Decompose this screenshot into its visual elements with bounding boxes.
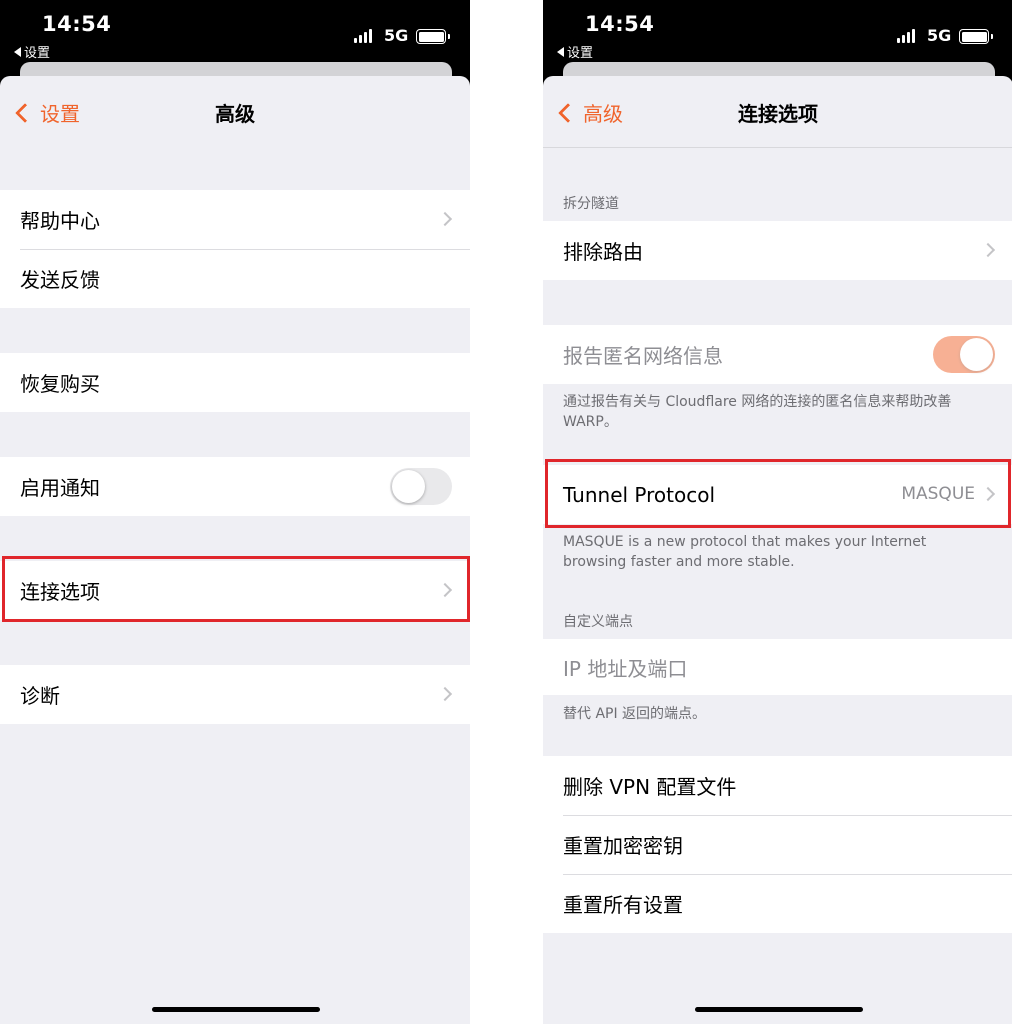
- navigation-bar: 设置 高级: [0, 76, 470, 148]
- page-title: 高级: [215, 102, 255, 126]
- navigation-bar: 高级 连接选项: [543, 76, 1012, 148]
- signal-icon: [897, 29, 915, 43]
- toggle-knob: [392, 470, 425, 503]
- phone-screen-connection-options: 14:54 设置 5G 高级 连接选项 拆分隧道 排除路由 报告匿名网络信息 通…: [543, 0, 1012, 1024]
- delete-vpn-profile-row[interactable]: 删除 VPN 配置文件: [543, 756, 1012, 815]
- split-tunnel-header: 拆分隧道: [563, 196, 619, 212]
- exclude-routes-label: 排除路由: [563, 240, 643, 264]
- anonymous-report-row: 报告匿名网络信息: [543, 325, 1012, 384]
- status-back-link[interactable]: 设置: [14, 42, 50, 61]
- page-title: 连接选项: [738, 102, 818, 126]
- settings-sheet: 设置 高级 帮助中心 发送反馈 恢复购买 启用通知 连接选项 诊断: [0, 76, 470, 1024]
- settings-sheet: 高级 连接选项 拆分隧道 排除路由 报告匿名网络信息 通过报告有关与 Cloud…: [543, 76, 1012, 1024]
- tunnel-protocol-footer: MASQUE is a new protocol that makes your…: [563, 534, 927, 570]
- phone-screen-advanced: 14:54 设置 5G 设置 高级 帮助中心 发送反馈 恢复购买 启用通知 连接…: [0, 0, 470, 1024]
- chevron-right-icon: [437, 686, 453, 702]
- anonymous-report-label: 报告匿名网络信息: [563, 344, 723, 368]
- toggle-knob: [960, 338, 993, 371]
- enable-notifications-label: 启用通知: [20, 476, 100, 500]
- status-back-label: 设置: [567, 46, 594, 61]
- battery-icon: [416, 29, 450, 44]
- status-time: 14:54: [42, 12, 112, 36]
- endpoint-placeholder: IP 地址及端口: [563, 656, 688, 681]
- restore-purchases-label: 恢复购买: [20, 372, 100, 396]
- home-indicator: [695, 1007, 863, 1012]
- chevron-right-icon: [437, 211, 453, 227]
- split-tunnel-group: 排除路由: [543, 221, 1012, 280]
- enable-notifications-row: 启用通知: [0, 457, 470, 516]
- network-type: 5G: [384, 26, 409, 45]
- diagnostics-row[interactable]: 诊断: [0, 665, 470, 724]
- chevron-right-icon: [980, 242, 996, 258]
- notifications-toggle[interactable]: [390, 468, 452, 505]
- endpoint-input[interactable]: IP 地址及端口: [543, 639, 1012, 695]
- reset-actions-group: 删除 VPN 配置文件 重置加密密钥 重置所有设置: [543, 756, 1012, 933]
- custom-endpoint-group: IP 地址及端口: [543, 639, 1012, 695]
- highlight-box-connection-options: [2, 556, 470, 622]
- help-center-row[interactable]: 帮助中心: [0, 190, 470, 249]
- home-indicator: [152, 1007, 320, 1012]
- notification-group: 启用通知: [0, 457, 470, 516]
- status-bar: 14:54 设置 5G: [543, 0, 1012, 64]
- custom-endpoint-header: 自定义端点: [563, 614, 633, 630]
- custom-endpoint-footer: 替代 API 返回的端点。: [563, 706, 707, 722]
- back-triangle-icon: [14, 46, 21, 57]
- anonymous-report-toggle[interactable]: [933, 336, 995, 373]
- purchase-group: 恢复购买: [0, 353, 470, 412]
- restore-purchases-row[interactable]: 恢复购买: [0, 353, 470, 412]
- anonymous-report-group: 报告匿名网络信息: [543, 325, 1012, 384]
- reset-encryption-keys-label: 重置加密密钥: [563, 834, 683, 858]
- delete-vpn-profile-label: 删除 VPN 配置文件: [563, 775, 737, 799]
- anonymous-report-footer: 通过报告有关与 Cloudflare 网络的连接的匿名信息来帮助改善 WARP。: [563, 394, 952, 430]
- send-feedback-label: 发送反馈: [20, 268, 100, 292]
- reset-encryption-keys-row[interactable]: 重置加密密钥: [543, 815, 1012, 874]
- signal-icon: [354, 29, 372, 43]
- reset-all-settings-row[interactable]: 重置所有设置: [543, 874, 1012, 933]
- status-back-label: 设置: [24, 46, 51, 61]
- battery-icon: [959, 29, 993, 44]
- exclude-routes-row[interactable]: 排除路由: [543, 221, 1012, 280]
- diagnostics-label: 诊断: [20, 684, 60, 708]
- network-type: 5G: [927, 26, 952, 45]
- send-feedback-row[interactable]: 发送反馈: [0, 249, 470, 308]
- reset-all-settings-label: 重置所有设置: [563, 893, 683, 917]
- status-back-link[interactable]: 设置: [557, 42, 593, 61]
- support-group: 帮助中心 发送反馈: [0, 190, 470, 308]
- diagnostics-group: 诊断: [0, 665, 470, 724]
- highlight-box-tunnel-protocol: [545, 459, 1011, 528]
- status-bar: 14:54 设置 5G: [0, 0, 470, 64]
- status-time: 14:54: [585, 12, 655, 36]
- help-center-label: 帮助中心: [20, 209, 100, 233]
- back-triangle-icon: [557, 46, 564, 57]
